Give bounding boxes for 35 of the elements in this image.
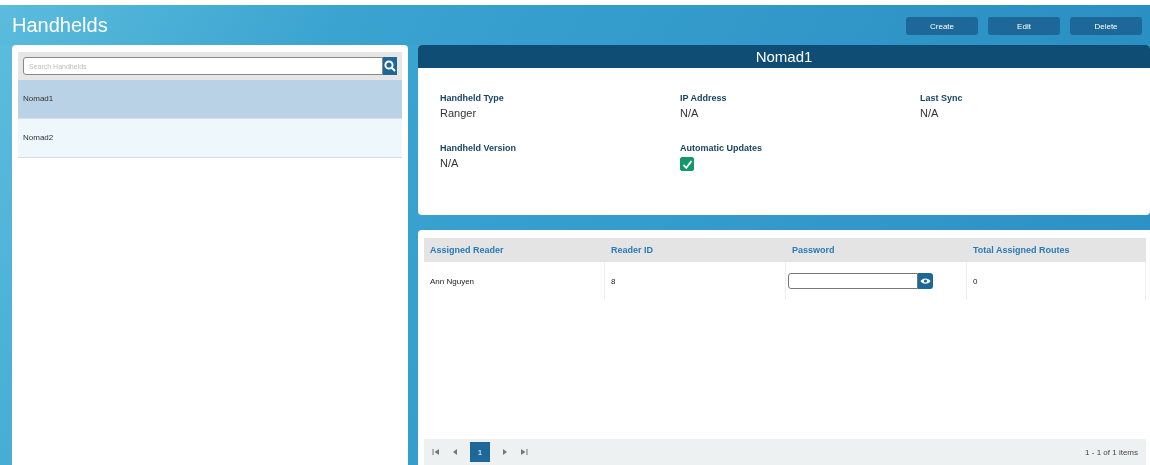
column-header[interactable]: Total Assigned Routes: [967, 245, 1146, 255]
field-value: N/A: [680, 107, 700, 119]
field-label: Automatic Updates: [680, 143, 763, 153]
page-button[interactable]: 1: [470, 442, 490, 462]
eye-icon: [920, 277, 931, 285]
page-title: Handhelds: [12, 13, 108, 37]
action-button[interactable]: Delete: [1070, 17, 1142, 35]
search-button[interactable]: [383, 57, 397, 75]
field-label: Handheld Version: [440, 143, 518, 153]
field-value: N/A: [920, 107, 940, 119]
table-cell: 8: [605, 262, 786, 300]
last-page-icon[interactable]: [520, 448, 528, 456]
field-value: N/A: [440, 157, 460, 169]
next-page-icon[interactable]: [501, 448, 509, 456]
column-header[interactable]: Password: [786, 245, 967, 255]
pager-summary: 1 - 1 of 1 items: [1085, 447, 1138, 457]
detail-title: Nomad1: [418, 45, 1150, 68]
field-value: Ranger: [440, 107, 478, 119]
handheld-item[interactable]: Nomad2: [18, 119, 402, 158]
action-button[interactable]: Edit: [988, 17, 1060, 35]
field-label: Last Sync: [920, 93, 964, 103]
checkbox[interactable]: [680, 157, 694, 171]
search-icon: [384, 60, 396, 72]
column-header[interactable]: Reader ID: [605, 245, 786, 255]
table-cell: Ann Nguyen: [424, 262, 605, 300]
action-button[interactable]: Create: [906, 17, 978, 35]
password-field[interactable]: [788, 273, 918, 289]
table-cell: 0: [967, 262, 1146, 300]
show-password-button[interactable]: [918, 273, 933, 289]
previous-page-icon[interactable]: [451, 448, 459, 456]
field-label: IP Address: [680, 93, 728, 103]
column-header[interactable]: Assigned Reader: [424, 245, 605, 255]
handheld-item[interactable]: Nomad1: [18, 80, 402, 119]
first-page-icon[interactable]: [432, 448, 440, 456]
field-label: Handheld Type: [440, 93, 505, 103]
